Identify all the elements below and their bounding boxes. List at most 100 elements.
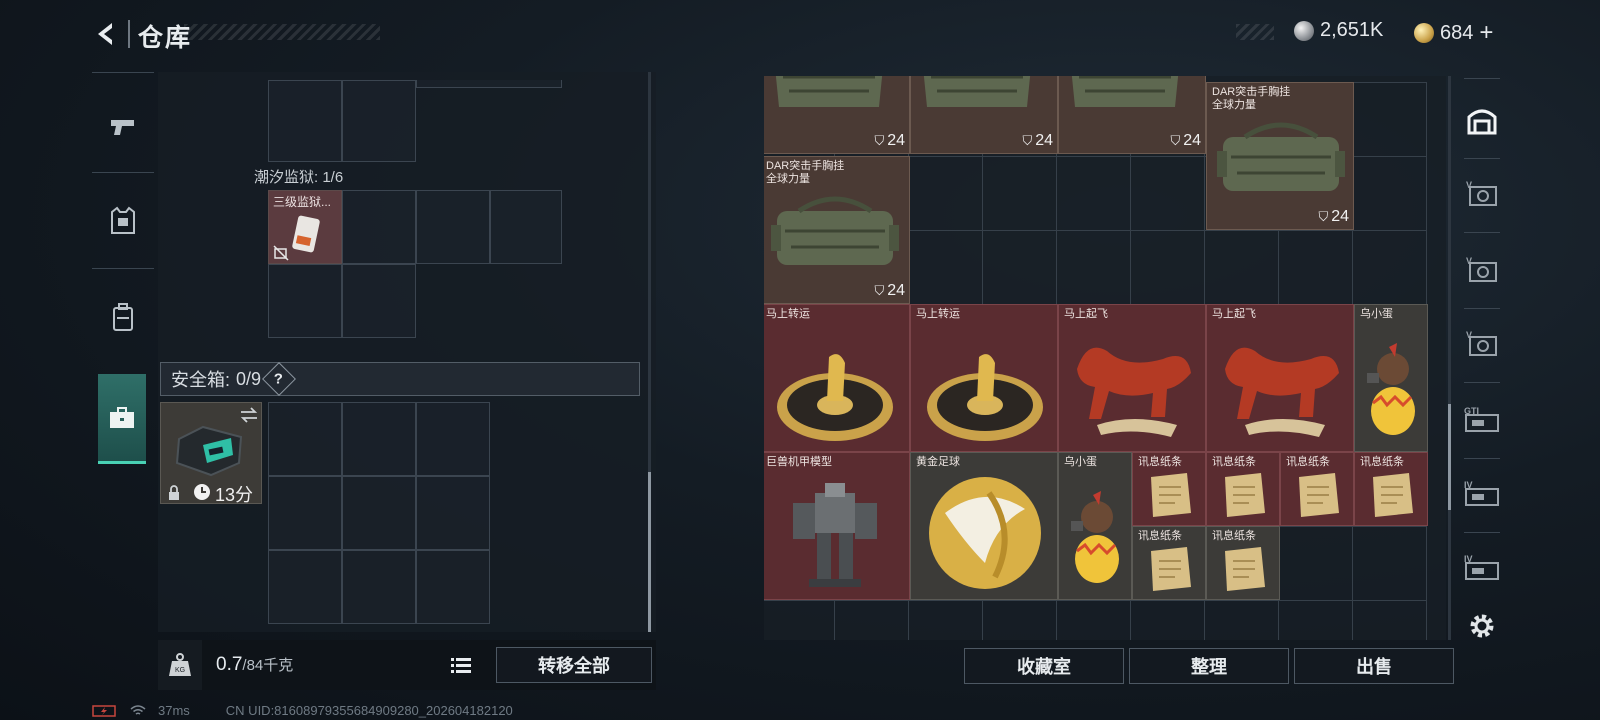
weight-readout: 0.7/84千克 <box>216 654 293 676</box>
warehouse-grid-cell[interactable] <box>1204 600 1279 640</box>
sell-button[interactable]: 出售 <box>1294 648 1454 684</box>
warehouse-grid-cell[interactable] <box>1352 526 1427 601</box>
iv-storage-icon: IV <box>1464 554 1499 580</box>
warehouse-grid-cell[interactable] <box>1056 600 1131 640</box>
grid-cell[interactable] <box>268 80 342 162</box>
item-tile-note[interactable]: 讯息纸条 <box>1132 452 1206 526</box>
item-tile-bag[interactable]: DAR突击手胸挂 全球力量 ⛉ 24 <box>764 156 910 304</box>
right-scrollbar-thumb[interactable] <box>1448 404 1451 510</box>
item-name: 乌小蛋 <box>1064 456 1097 468</box>
title-decoration <box>184 24 380 40</box>
warehouse-grid-cell[interactable] <box>1204 230 1279 305</box>
warehouse-grid-cell[interactable] <box>1278 600 1353 640</box>
warehouse-grid-cell[interactable] <box>982 600 1057 640</box>
safe-grid-cell[interactable] <box>342 402 416 476</box>
item-tile-disc[interactable]: 马上转运 <box>764 304 910 452</box>
item-tile-mech[interactable]: 巨兽机甲模型 <box>764 452 910 600</box>
item-tile-bag[interactable]: ⛉ 24 <box>764 76 910 154</box>
warehouse-grid-cell[interactable] <box>1352 230 1427 305</box>
warehouse-grid-cell[interactable] <box>1056 230 1131 305</box>
safe-grid-cell[interactable] <box>342 476 416 550</box>
item-tile-egg[interactable]: 乌小蛋 <box>1354 304 1428 452</box>
storage-tab-main[interactable] <box>1458 96 1506 144</box>
body-armor-icon <box>111 206 135 234</box>
item-name: 讯息纸条 <box>1360 456 1404 468</box>
item-tile-disc[interactable]: 马上转运 <box>910 304 1058 452</box>
warehouse-grid-cell[interactable] <box>1130 230 1205 305</box>
safe-grid-cell[interactable] <box>416 402 490 476</box>
nav-armor[interactable] <box>102 200 144 242</box>
right-scrollbar-track[interactable] <box>1448 76 1451 640</box>
grid-cell[interactable] <box>342 190 416 264</box>
warehouse-grid-cell[interactable] <box>1278 230 1353 305</box>
container-item-card[interactable]: 三级监狱... <box>268 190 342 264</box>
add-currency-button[interactable]: + <box>1479 19 1493 47</box>
gold-currency[interactable]: 684 + <box>1414 19 1493 47</box>
paper-note-icon <box>1225 473 1265 517</box>
settings-button[interactable] <box>1458 602 1506 650</box>
warehouse-grid-cell[interactable] <box>1352 600 1427 640</box>
grid-cell[interactable] <box>342 264 416 338</box>
gold-disc-icon <box>927 354 1043 441</box>
item-tile-note[interactable]: 讯息纸条 <box>1354 452 1428 526</box>
warehouse-grid-cell[interactable] <box>764 600 835 640</box>
item-tile-egg[interactable]: 乌小蛋 <box>1058 452 1132 600</box>
item-tile-note[interactable]: 讯息纸条 <box>1206 526 1280 600</box>
container-label: 潮汐监狱: 1/6 <box>254 169 344 186</box>
storage-tab-gti[interactable]: GTI <box>1458 396 1506 444</box>
warehouse-grid-cell[interactable] <box>1130 156 1205 231</box>
item-tile-horse[interactable]: 马上起飞 <box>1058 304 1206 452</box>
item-tile-note[interactable]: 讯息纸条 <box>1132 526 1206 600</box>
list-view-button[interactable] <box>448 652 474 678</box>
warehouse-grid-cell[interactable] <box>908 230 983 305</box>
list-icon <box>451 658 471 673</box>
safe-grid-cell[interactable] <box>416 550 490 624</box>
grid-cell[interactable] <box>490 190 562 264</box>
nav-safebox[interactable] <box>98 374 146 464</box>
warehouse-grid-cell[interactable] <box>1278 526 1353 601</box>
safe-grid-cell[interactable] <box>416 476 490 550</box>
item-tile-note[interactable]: 讯息纸条 <box>1280 452 1354 526</box>
item-tile-ball[interactable]: 黄金足球 <box>910 452 1058 600</box>
warehouse-grid-cell[interactable] <box>1352 156 1427 231</box>
item-tile-note[interactable]: 讯息纸条 <box>1206 452 1280 526</box>
help-button[interactable]: ? <box>262 362 297 396</box>
warehouse-grid-cell[interactable] <box>982 156 1057 231</box>
safe-box-item[interactable]: 13分 <box>160 402 262 505</box>
storage-tab-iv1[interactable]: IV <box>1458 470 1506 518</box>
left-scrollbar-thumb[interactable] <box>648 472 651 632</box>
nav-backpack[interactable] <box>102 296 144 338</box>
weight-current: 0.7 <box>216 654 243 675</box>
warehouse-grid-cell[interactable] <box>908 600 983 640</box>
gold-football-icon <box>929 477 1041 589</box>
v-storage-icon: V <box>1466 180 1497 206</box>
collection-room-button[interactable]: 收藏室 <box>964 648 1124 684</box>
storage-tab-v1[interactable]: V <box>1458 170 1506 218</box>
item-tile-bag[interactable]: ⛉ 24 <box>910 76 1058 154</box>
warehouse-grid-cell[interactable] <box>1056 156 1131 231</box>
safe-grid-cell[interactable] <box>268 476 342 550</box>
storage-tab-v2[interactable]: V <box>1458 246 1506 294</box>
storage-tab-iv2[interactable]: IV <box>1458 544 1506 592</box>
wifi-icon <box>130 704 146 715</box>
grid-cell[interactable] <box>342 80 416 162</box>
safe-grid-cell[interactable] <box>268 402 342 476</box>
item-tile-bag[interactable]: ⛉ 24 <box>1058 76 1206 154</box>
grid-cell[interactable] <box>268 264 342 338</box>
warehouse-grid-cell[interactable] <box>982 230 1057 305</box>
safe-grid-cell[interactable] <box>342 550 416 624</box>
back-button[interactable] <box>90 18 122 50</box>
nav-weapons[interactable] <box>102 106 144 148</box>
warehouse-grid-cell[interactable] <box>908 156 983 231</box>
item-tile-bag[interactable]: DAR突击手胸挂 全球力量 ⛉ 24 <box>1206 82 1354 230</box>
transfer-all-button[interactable]: 转移全部 <box>496 647 652 683</box>
storage-tab-v3[interactable]: V <box>1458 320 1506 368</box>
grid-cell[interactable] <box>416 190 490 264</box>
organize-button[interactable]: 整理 <box>1129 648 1289 684</box>
safe-grid-cell[interactable] <box>268 550 342 624</box>
warehouse-grid-cell[interactable] <box>834 600 909 640</box>
item-count: ⛉ 24 <box>1022 132 1053 150</box>
warehouse-grid-cell[interactable] <box>1130 600 1205 640</box>
item-tile-horse[interactable]: 马上起飞 <box>1206 304 1354 452</box>
warehouse-grid-cell[interactable] <box>1352 82 1427 157</box>
